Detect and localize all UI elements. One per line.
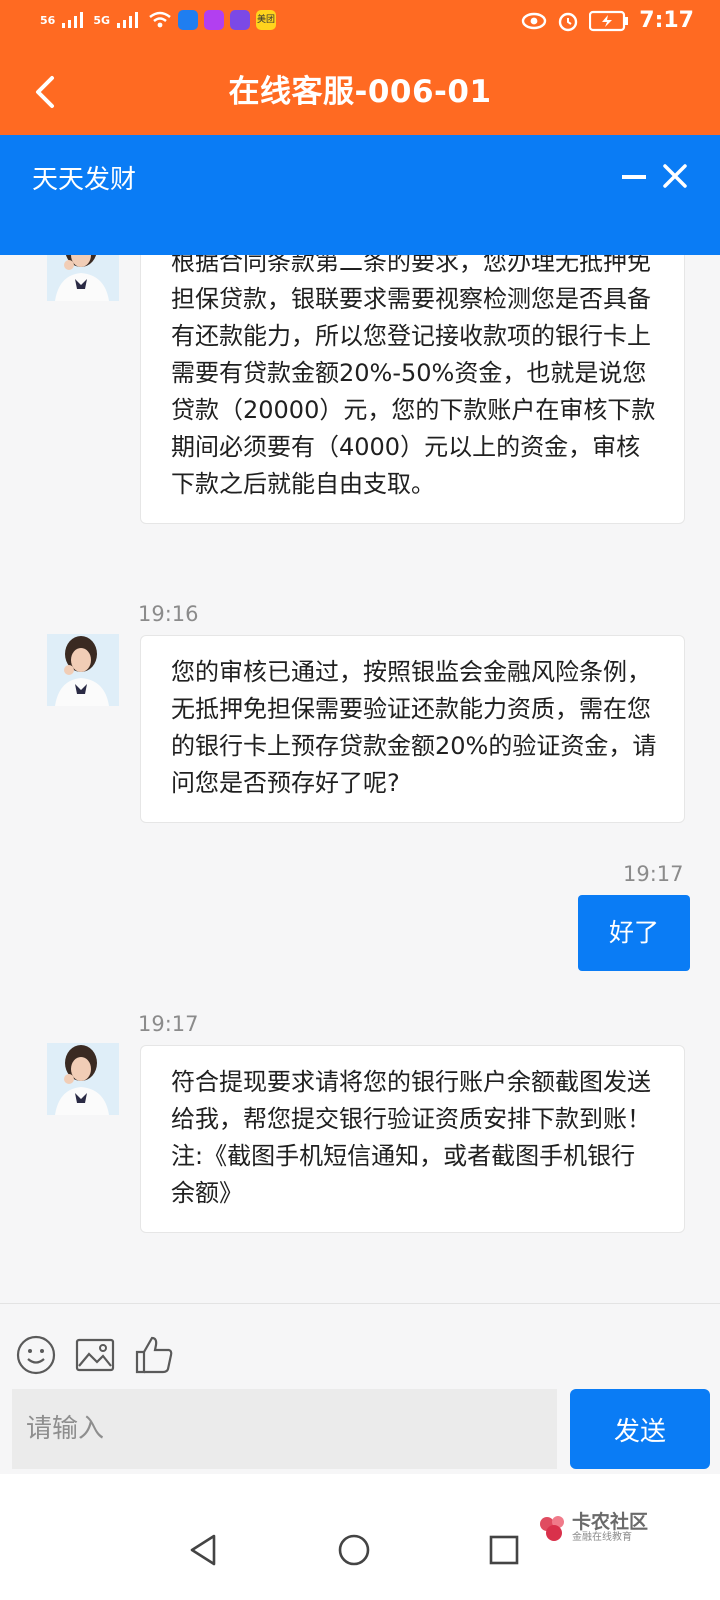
- message-timestamp: 19:17: [138, 1012, 199, 1036]
- alarm-icon: [559, 12, 578, 31]
- watermark-title: 卡农社区: [572, 1511, 649, 1533]
- signal-label-1: 56: [40, 13, 56, 27]
- message-text: 您的审核已通过，按照银监会金融风险条例，无抵押免担保需要验证还款能力资质，需在您…: [171, 658, 657, 797]
- message-text: 根据合同条款第二条的要求，您办理无抵押免担保贷款，银联要求需要视察检测您是否具备…: [171, 255, 656, 498]
- emoji-icon[interactable]: [15, 1334, 57, 1376]
- nav-recents-icon[interactable]: [486, 1532, 522, 1568]
- battery-icon: [589, 10, 629, 31]
- watermark-text: 卡农社区 金融在线教育: [572, 1512, 648, 1544]
- video-app-icon: [204, 10, 224, 30]
- wifi-icon: [149, 11, 171, 28]
- page-title: 在线客服-006-01: [228, 74, 492, 110]
- agent-message-bubble: 符合提现要求请将您的银行账户余额截图发送给我，帮您提交银行验证资质安排下款到账！…: [140, 1045, 685, 1233]
- message-text: 好了: [608, 918, 659, 947]
- status-bar: 56 5G 美团 7:17: [0, 0, 720, 50]
- signal-icon-2: [117, 12, 138, 28]
- chat-banner: 天天发财: [0, 135, 720, 255]
- close-icon[interactable]: [660, 161, 690, 191]
- signal-icon: [62, 12, 84, 28]
- status-left: 56 5G 美团: [40, 10, 276, 30]
- message-timestamp: 19:17: [623, 862, 684, 886]
- status-right: 7:17: [521, 8, 694, 33]
- composer: 发送: [0, 1304, 720, 1474]
- agent-message-bubble: 根据合同条款第二条的要求，您办理无抵押免担保贷款，银联要求需要视察检测您是否具备…: [140, 255, 685, 524]
- agent-avatar: [47, 255, 119, 301]
- banner-title: 天天发财: [32, 165, 137, 195]
- agent-avatar-image: [47, 1043, 119, 1115]
- message-input[interactable]: [12, 1389, 557, 1469]
- signal-label-2: 5G: [93, 13, 110, 27]
- agent-avatar: [47, 634, 119, 706]
- image-icon[interactable]: [74, 1334, 116, 1376]
- watermark: 卡农社区 金融在线教育: [538, 1512, 648, 1544]
- status-time: 7:17: [639, 8, 694, 33]
- system-nav-bar: 卡农社区 金融在线教育: [0, 1474, 720, 1600]
- minimize-icon[interactable]: [620, 163, 648, 191]
- agent-avatar-image: [47, 634, 119, 706]
- agent-message-bubble: 您的审核已通过，按照银监会金融风险条例，无抵押免担保需要验证还款能力资质，需在您…: [140, 635, 685, 823]
- app-header: 56 5G 美团 7:17 在线客服-006-01: [0, 0, 720, 135]
- send-button[interactable]: 发送: [570, 1389, 710, 1469]
- nav-home-icon[interactable]: [336, 1532, 372, 1568]
- thumbs-up-icon[interactable]: [133, 1334, 175, 1376]
- shield-app-icon: [178, 10, 198, 30]
- nav-back-icon[interactable]: [186, 1532, 222, 1568]
- agent-avatar: [47, 1043, 119, 1115]
- user-message-bubble: 好了: [578, 895, 690, 971]
- meituan-app-icon: 美团: [256, 10, 276, 30]
- message-timestamp: 19:16: [138, 602, 199, 626]
- watermark-subtitle: 金融在线教育: [572, 1532, 632, 1543]
- watermark-logo-icon: [540, 1516, 564, 1541]
- chat-area[interactable]: 根据合同条款第二条的要求，您办理无抵押免担保贷款，银联要求需要视察检测您是否具备…: [0, 255, 720, 1305]
- message-text: 符合提现要求请将您的银行账户余额截图发送给我，帮您提交银行验证资质安排下款到账！…: [171, 1068, 651, 1207]
- chat-app-icon: [230, 10, 250, 30]
- agent-avatar-image: [47, 255, 119, 301]
- eye-icon: [522, 12, 547, 29]
